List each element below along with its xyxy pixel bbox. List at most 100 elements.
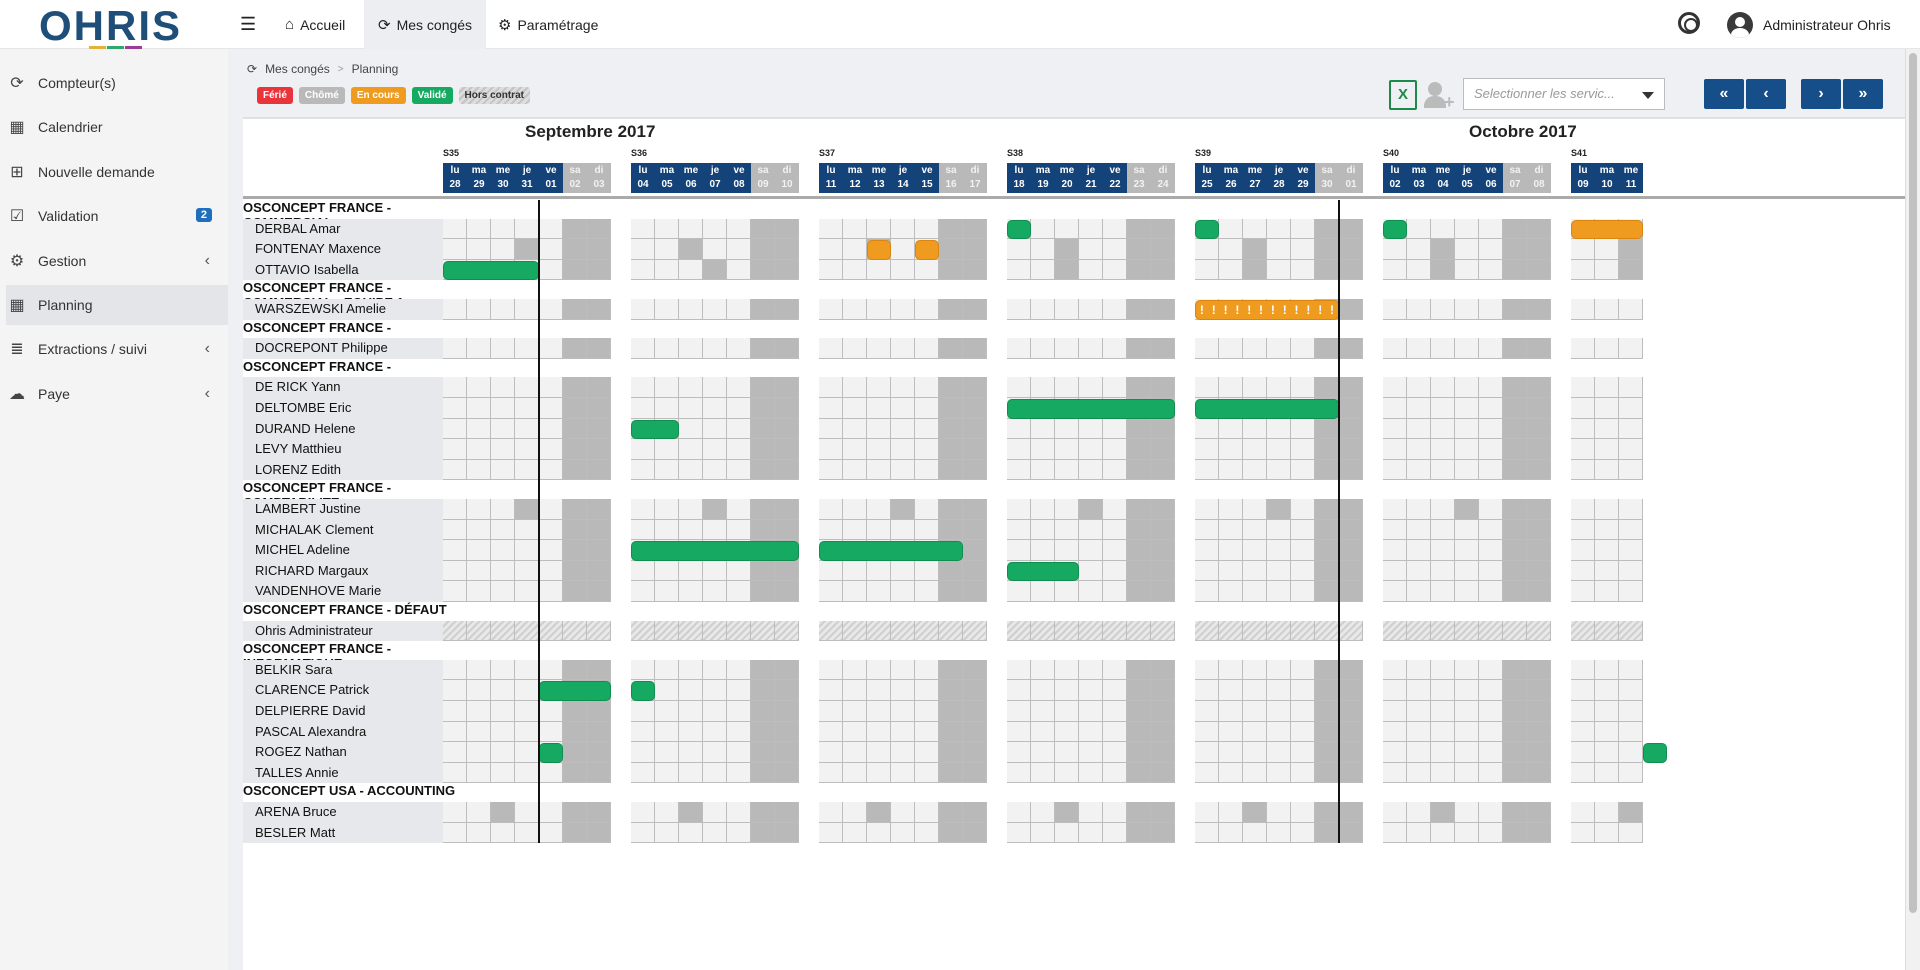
day-cell[interactable]	[1291, 581, 1315, 602]
day-cell[interactable]	[1619, 338, 1643, 359]
day-cell[interactable]	[1595, 418, 1619, 440]
day-cell[interactable]	[1455, 721, 1479, 743]
day-cell[interactable]	[1291, 338, 1315, 359]
day-cell[interactable]	[867, 560, 891, 582]
day-cell[interactable]	[631, 499, 655, 520]
day-cell[interactable]	[1103, 822, 1127, 844]
employee-name[interactable]: Ohris Administrateur	[243, 620, 443, 642]
day-cell[interactable]	[443, 701, 467, 722]
day-cell[interactable]	[1195, 338, 1219, 359]
help-lifebuoy-icon[interactable]	[1678, 12, 1700, 34]
day-cell[interactable]	[563, 259, 587, 281]
day-cell[interactable]	[819, 299, 843, 320]
day-cell[interactable]	[1479, 338, 1503, 359]
day-cell[interactable]	[775, 802, 799, 823]
day-cell[interactable]	[1079, 338, 1103, 359]
leave-block-en-cours[interactable]	[915, 240, 939, 260]
day-cell[interactable]	[1127, 659, 1151, 681]
day-cell[interactable]	[1383, 659, 1407, 681]
day-cell[interactable]	[655, 742, 679, 763]
day-cell[interactable]	[751, 822, 775, 844]
service-select[interactable]: Selectionner les servic...	[1463, 78, 1665, 110]
day-cell[interactable]	[843, 299, 867, 320]
day-cell[interactable]	[1243, 659, 1267, 681]
day-cell[interactable]	[751, 620, 775, 642]
day-cell[interactable]	[1479, 762, 1503, 784]
day-cell[interactable]	[563, 802, 587, 823]
day-cell[interactable]	[515, 620, 539, 642]
day-cell[interactable]	[1267, 742, 1291, 763]
day-cell[interactable]	[1195, 239, 1219, 260]
day-cell[interactable]	[631, 659, 655, 681]
day-cell[interactable]	[1151, 239, 1175, 260]
day-cell[interactable]	[1503, 377, 1527, 398]
day-cell[interactable]	[1267, 680, 1291, 701]
day-cell[interactable]	[1055, 377, 1079, 398]
day-cell[interactable]	[655, 659, 679, 681]
day-cell[interactable]	[467, 239, 491, 260]
day-cell[interactable]	[703, 742, 727, 763]
day-cell[interactable]	[655, 581, 679, 602]
day-cell[interactable]	[1503, 499, 1527, 520]
day-cell[interactable]	[1151, 540, 1175, 561]
day-cell[interactable]	[843, 822, 867, 844]
day-cell[interactable]	[1079, 259, 1103, 281]
day-cell[interactable]	[1195, 762, 1219, 784]
day-cell[interactable]	[491, 742, 515, 763]
day-cell[interactable]	[515, 398, 539, 419]
day-cell[interactable]	[491, 459, 515, 481]
day-cell[interactable]	[539, 239, 563, 260]
day-cell[interactable]	[1619, 377, 1643, 398]
day-cell[interactable]	[703, 721, 727, 743]
employee-name[interactable]: DURAND Helene	[243, 418, 443, 440]
day-cell[interactable]	[1151, 418, 1175, 440]
day-cell[interactable]	[1339, 459, 1363, 481]
day-cell[interactable]	[963, 338, 987, 359]
day-cell[interactable]	[631, 762, 655, 784]
day-cell[interactable]	[563, 218, 587, 240]
day-cell[interactable]	[467, 701, 491, 722]
day-cell[interactable]	[563, 659, 587, 681]
day-cell[interactable]	[539, 822, 563, 844]
day-cell[interactable]	[819, 338, 843, 359]
day-cell[interactable]	[1503, 239, 1527, 260]
day-cell[interactable]	[1383, 560, 1407, 582]
day-cell[interactable]	[1595, 802, 1619, 823]
employee-name[interactable]: WARSZEWSKI Amelie	[243, 299, 443, 320]
day-cell[interactable]	[939, 418, 963, 440]
day-cell[interactable]	[775, 439, 799, 460]
day-cell[interactable]	[491, 701, 515, 722]
day-cell[interactable]	[1527, 299, 1551, 320]
day-cell[interactable]	[963, 398, 987, 419]
day-cell[interactable]	[443, 299, 467, 320]
day-cell[interactable]	[1339, 822, 1363, 844]
day-cell[interactable]	[1195, 418, 1219, 440]
day-cell[interactable]	[1195, 519, 1219, 541]
day-cell[interactable]	[1151, 620, 1175, 642]
day-cell[interactable]	[1127, 299, 1151, 320]
day-cell[interactable]	[1383, 459, 1407, 481]
day-cell[interactable]	[1315, 802, 1339, 823]
day-cell[interactable]	[1031, 499, 1055, 520]
day-cell[interactable]	[939, 499, 963, 520]
day-cell[interactable]	[1079, 620, 1103, 642]
day-cell[interactable]	[1079, 659, 1103, 681]
day-cell[interactable]	[1079, 418, 1103, 440]
day-cell[interactable]	[775, 218, 799, 240]
day-cell[interactable]	[1619, 398, 1643, 419]
day-cell[interactable]	[539, 439, 563, 460]
day-cell[interactable]	[1407, 680, 1431, 701]
day-cell[interactable]	[631, 822, 655, 844]
day-cell[interactable]	[939, 822, 963, 844]
day-cell[interactable]	[939, 299, 963, 320]
day-cell[interactable]	[631, 620, 655, 642]
day-cell[interactable]	[587, 701, 611, 722]
day-cell[interactable]	[443, 459, 467, 481]
day-cell[interactable]	[1407, 701, 1431, 722]
day-cell[interactable]	[963, 218, 987, 240]
day-cell[interactable]	[1243, 239, 1267, 260]
day-cell[interactable]	[655, 519, 679, 541]
day-cell[interactable]	[1079, 519, 1103, 541]
day-cell[interactable]	[1291, 659, 1315, 681]
day-cell[interactable]	[819, 239, 843, 260]
